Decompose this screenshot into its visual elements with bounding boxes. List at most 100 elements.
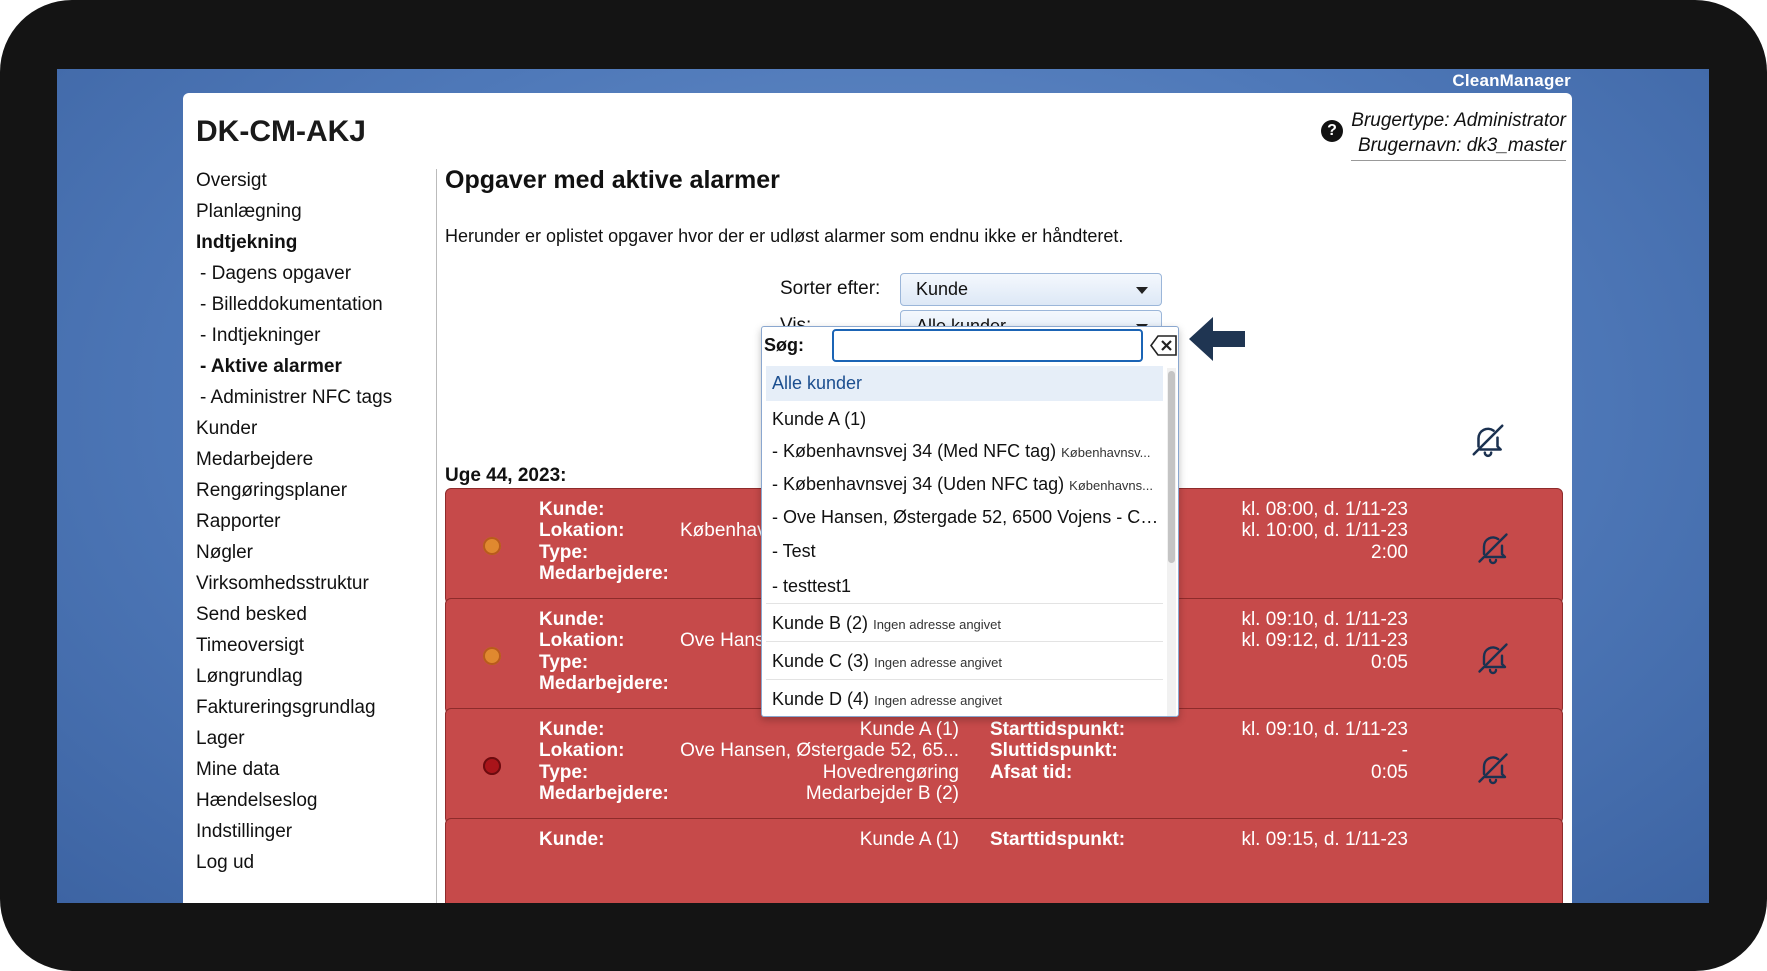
label-start: Starttidspunkt: [990, 829, 1126, 850]
value-lokation: Ove Hans [680, 630, 765, 651]
sidebar-item-billeddokumentation[interactable]: - Billeddokumentation [196, 289, 426, 320]
dropdown-item-note: Ingen adresse angivet [874, 693, 1003, 708]
value-start: kl. 09:15, d. 1/11-23 [1241, 829, 1408, 850]
sidebar: Oversigt Planlægning Indtjekning - Dagen… [196, 165, 426, 878]
sidebar-item-aktive-alarmer[interactable]: - Aktive alarmer [196, 351, 426, 382]
sort-label: Sorter efter: [780, 278, 881, 299]
sort-select[interactable]: Kunde [900, 273, 1162, 306]
sidebar-item-mine-data[interactable]: Mine data [196, 754, 426, 785]
bell-off-icon[interactable] [1475, 639, 1511, 677]
dropdown-item-note: Ingen adresse angivet [873, 617, 1002, 632]
value-lokation: Ove Hansen, Østergade 52, 65... [680, 740, 959, 761]
sidebar-item-timeoversigt[interactable]: Timeoversigt [196, 630, 426, 661]
label-kunde: Kunde: [539, 829, 605, 850]
dropdown-list[interactable]: Alle kunder Kunde A (1) - Københavnsvej … [762, 366, 1168, 716]
dropdown-item-label: - testtest1 [772, 576, 852, 596]
bell-off-icon[interactable] [1475, 529, 1511, 567]
dropdown-item-label: Kunde B (2) [772, 613, 869, 633]
dropdown-item-note: Københavns... [1069, 478, 1153, 493]
page-title: Opgaver med aktive alarmer [445, 166, 780, 194]
dropdown-item-location[interactable]: - Ove Hansen, Østergade 52, 6500 Vojens … [766, 501, 1163, 534]
sidebar-item-loengrundlag[interactable]: Løngrundlag [196, 661, 426, 692]
device-frame: CleanManager DK-CM-AKJ ? Brugertype: Adm… [0, 0, 1767, 971]
dropdown-search-input[interactable] [832, 329, 1143, 362]
alarm-card[interactable]: Kunde: Lokation: Type: Medarbejdere: Kun… [445, 708, 1563, 824]
sidebar-item-lager[interactable]: Lager [196, 723, 426, 754]
label-lokation: Lokation: [539, 740, 625, 761]
value-medarbejdere: Medarbejder B (2) [805, 783, 959, 804]
bell-off-icon[interactable] [1469, 420, 1507, 460]
value-lokation: Københav [680, 520, 767, 541]
arrow-left-icon [1189, 317, 1245, 361]
sidebar-item-rengoeringsplaner[interactable]: Rengøringsplaner [196, 475, 426, 506]
dropdown-item-label: Kunde D (4) [772, 689, 870, 709]
alarm-card[interactable]: Kunde: Kunde A (1) Starttidspunkt: kl. 0… [445, 818, 1563, 903]
dropdown-scrollbar-thumb[interactable] [1168, 371, 1175, 563]
value-start: kl. 09:10, d. 1/11-23 [1241, 719, 1408, 740]
brand-label: CleanManager [1452, 71, 1571, 90]
sidebar-item-log-ud[interactable]: Log ud [196, 847, 426, 878]
label-lokation: Lokation: [539, 630, 625, 651]
label-afsat: Afsat tid: [990, 762, 1073, 783]
intro-text: Herunder er oplistet opgaver hvor der er… [445, 226, 1124, 246]
sidebar-item-noegler[interactable]: Nøgler [196, 537, 426, 568]
app-title: DK-CM-AKJ [196, 115, 366, 148]
value-slut: kl. 09:12, d. 1/11-23 [1241, 630, 1408, 651]
dropdown-item-label: - Test [772, 541, 816, 561]
desktop: CleanManager DK-CM-AKJ ? Brugertype: Adm… [57, 69, 1709, 903]
sort-select-value: Kunde [916, 279, 969, 299]
label-medarbejdere: Medarbejdere: [539, 563, 669, 584]
week-label: Uge 44, 2023: [445, 465, 567, 486]
sidebar-item-dagens-opgaver[interactable]: - Dagens opgaver [196, 258, 426, 289]
sidebar-item-virksomhedsstruktur[interactable]: Virksomhedsstruktur [196, 568, 426, 599]
dropdown-item-label: - Ove Hansen, Østergade 52, 6500 Vojens … [772, 507, 1163, 527]
caret-down-icon [1136, 287, 1148, 294]
dropdown-search-label: Søg: [764, 335, 804, 355]
sidebar-item-haendelseslog[interactable]: Hændelseslog [196, 785, 426, 816]
status-dot [483, 757, 501, 775]
dropdown-item-note: Københavnsv... [1061, 445, 1151, 460]
status-dot [483, 537, 501, 555]
dropdown-item-kunde-c[interactable]: Kunde C (3) Ingen adresse angivet [766, 643, 1163, 680]
dropdown-item-label: Kunde A (1) [772, 409, 867, 429]
clear-input-icon[interactable] [1150, 335, 1178, 356]
value-slut: kl. 10:00, d. 1/11-23 [1241, 520, 1408, 541]
dropdown-item-location[interactable]: - Københavnsvej 34 (Uden NFC tag) Københ… [766, 468, 1163, 501]
sidebar-item-medarbejdere[interactable]: Medarbejdere [196, 444, 426, 475]
dropdown-item-label: - Københavnsvej 34 (Med NFC tag) [772, 441, 1057, 461]
dropdown-item-kunde-b[interactable]: Kunde B (2) Ingen adresse angivet [766, 605, 1163, 642]
value-kunde: Kunde A (1) [859, 829, 959, 850]
sidebar-item-indtjekning[interactable]: Indtjekning [196, 227, 426, 258]
dropdown-item-note: Ingen adresse angivet [874, 655, 1003, 670]
status-dot [483, 647, 501, 665]
value-afsat: 0:05 [1371, 762, 1408, 783]
sidebar-item-kunder[interactable]: Kunder [196, 413, 426, 444]
dropdown-item-label: Kunde C (3) [772, 651, 870, 671]
sidebar-item-indtjekninger[interactable]: - Indtjekninger [196, 320, 426, 351]
value-slut: - [1401, 740, 1408, 761]
sidebar-item-oversigt[interactable]: Oversigt [196, 165, 426, 196]
bell-off-icon[interactable] [1475, 749, 1511, 787]
dropdown-item-kunde-d[interactable]: Kunde D (4) Ingen adresse angivet [766, 681, 1163, 716]
value-afsat: 0:05 [1371, 652, 1408, 673]
label-lokation: Lokation: [539, 520, 625, 541]
label-medarbejdere: Medarbejdere: [539, 673, 669, 694]
sidebar-item-faktureringsgrundlag[interactable]: Faktureringsgrundlag [196, 692, 426, 723]
label-medarbejdere: Medarbejdere: [539, 783, 669, 804]
sidebar-item-planlaegning[interactable]: Planlægning [196, 196, 426, 227]
dropdown-item-location[interactable]: - Test [766, 534, 1163, 569]
dropdown-item-label: Alle kunder [772, 373, 863, 393]
label-slut: Sluttidspunkt: [990, 740, 1118, 761]
dropdown-item-kunde-a[interactable]: Kunde A (1) [766, 403, 1163, 435]
sidebar-item-administrer-nfc-tags[interactable]: - Administrer NFC tags [196, 382, 426, 413]
sidebar-divider [436, 169, 437, 903]
dropdown-item-location[interactable]: - testtest1 [766, 569, 1163, 604]
dropdown-item-alle-kunder[interactable]: Alle kunder [766, 366, 1163, 401]
sidebar-item-indstillinger[interactable]: Indstillinger [196, 816, 426, 847]
value-afsat: 2:00 [1371, 542, 1408, 563]
customer-dropdown[interactable]: Søg: Alle kunder Kunde A (1) - København… [761, 326, 1179, 717]
sidebar-item-send-besked[interactable]: Send besked [196, 599, 426, 630]
dropdown-item-label: - Københavnsvej 34 (Uden NFC tag) [772, 474, 1065, 494]
sidebar-item-rapporter[interactable]: Rapporter [196, 506, 426, 537]
dropdown-item-location[interactable]: - Københavnsvej 34 (Med NFC tag) Københa… [766, 435, 1163, 468]
